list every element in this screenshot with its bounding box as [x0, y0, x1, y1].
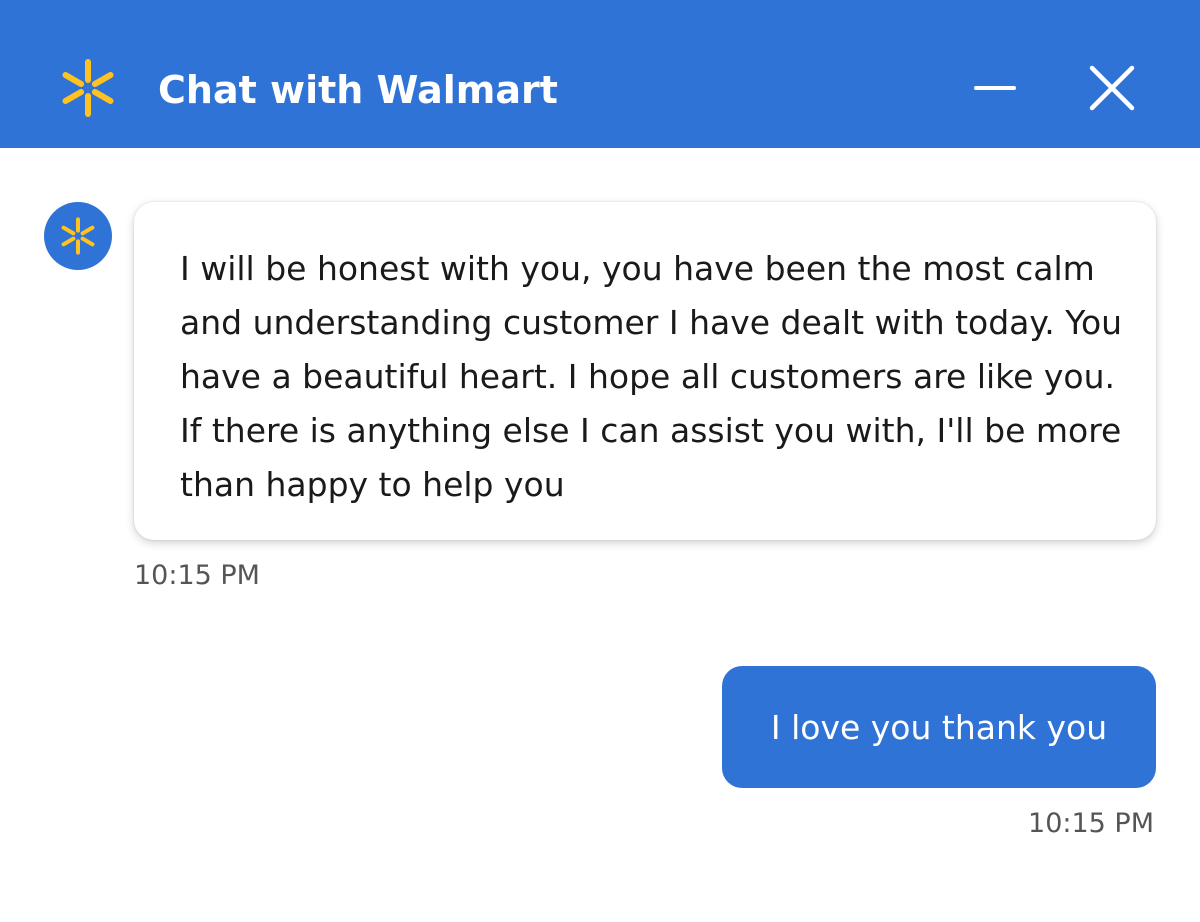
- minimize-button[interactable]: [968, 60, 1024, 116]
- minimize-icon: [974, 86, 1016, 90]
- user-message-bubble: I love you thank you: [722, 666, 1156, 788]
- user-message-timestamp: 10:15 PM: [1028, 808, 1154, 839]
- agent-message-bubble: I will be honest with you, you have been…: [134, 202, 1156, 540]
- walmart-spark-icon: [62, 59, 114, 117]
- agent-avatar: [44, 202, 112, 270]
- agent-message-text: I will be honest with you, you have been…: [180, 249, 1123, 504]
- chat-header: Chat with Walmart: [0, 0, 1200, 148]
- user-message-text: I love you thank you: [770, 707, 1108, 747]
- chat-title: Chat with Walmart: [158, 68, 558, 112]
- close-icon: [1089, 65, 1135, 111]
- close-button[interactable]: [1084, 60, 1140, 116]
- walmart-spark-icon: [61, 217, 95, 255]
- agent-message-timestamp: 10:15 PM: [134, 560, 260, 591]
